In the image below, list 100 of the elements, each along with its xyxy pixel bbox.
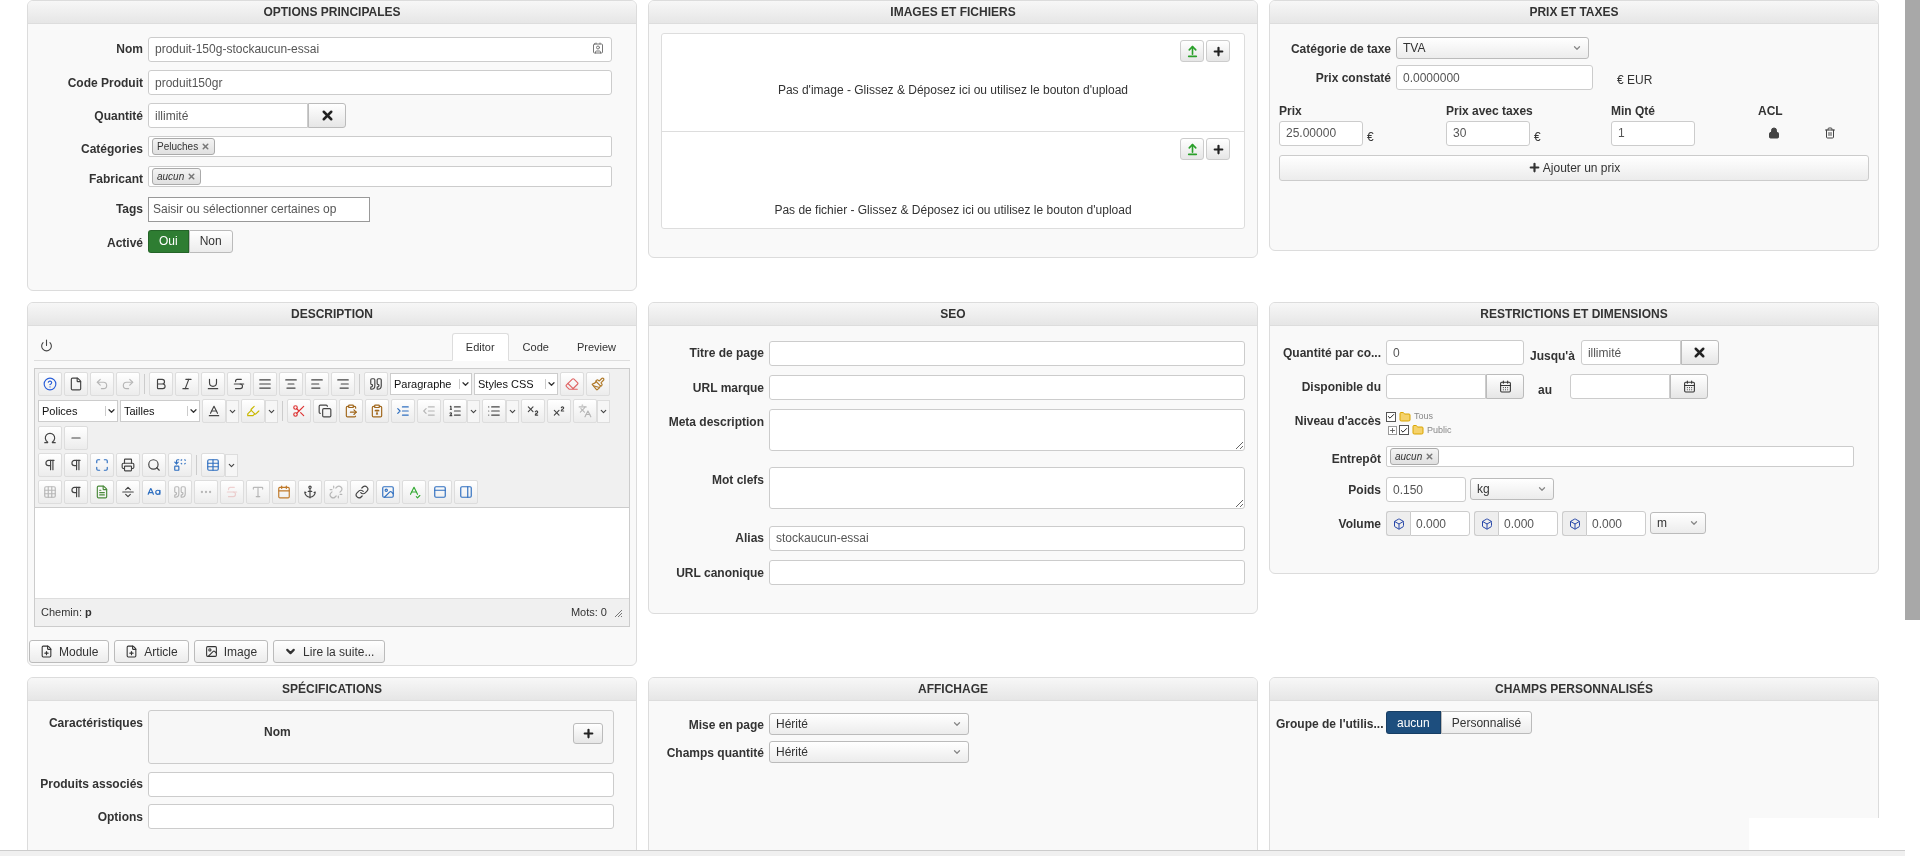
editor-tab[interactable]: Preview [562,333,630,361]
page-break-icon[interactable] [116,480,140,504]
editor-button[interactable]: Image [193,640,269,663]
styles-icon[interactable] [142,480,166,504]
vertical-scrollbar[interactable] [1905,0,1920,620]
pilcrow-icon[interactable] [64,453,88,477]
tags-field[interactable]: Peluches [148,136,612,157]
power-icon[interactable] [40,339,53,352]
editor-button[interactable]: Article [114,640,189,663]
tree-label[interactable]: Tous [1414,410,1433,424]
align-justify-icon[interactable] [253,372,277,396]
caret-icon[interactable] [225,453,238,477]
trash-icon[interactable] [1824,126,1836,139]
align-center-icon[interactable] [279,372,303,396]
dimension-field[interactable]: 0.000 [1498,511,1558,536]
tree-label[interactable]: Public [1427,423,1452,437]
name-field[interactable]: produit-150g-stockaucun-essai [148,36,612,62]
paste-icon[interactable] [339,399,363,423]
eraser-icon[interactable] [560,372,584,396]
caret-icon[interactable] [467,399,480,423]
pilcrow-icon[interactable] [64,480,88,504]
editor-button[interactable]: Lire la suite... [273,640,386,663]
drop-zone[interactable]: Pas de fichier - Glissez & Déposez ici ou utilisez le bouton d'upload [662,131,1244,228]
toggle-option[interactable]: Personnalisé [1440,711,1533,734]
text-field[interactable]: stockaucun-essai [769,525,1245,551]
toolbar-dropdown[interactable]: Polices [38,400,118,422]
blockquote-icon[interactable] [364,372,388,396]
calendar-button[interactable] [1486,374,1524,399]
paste-text-icon[interactable] [365,399,389,423]
add-price-button[interactable]: Ajouter un prix [1279,154,1869,181]
toggle-option[interactable]: Non [188,229,233,253]
toggle-option[interactable]: aucun [1386,711,1441,734]
weight-field[interactable]: 0.150 [1386,477,1466,502]
dimension-field[interactable]: 0.000 [1586,511,1646,536]
unit-select[interactable]: kg [1470,478,1554,500]
select-field[interactable]: Hérité [769,713,969,735]
link-icon[interactable] [350,480,374,504]
toolbar-dropdown[interactable]: Tailles [120,400,200,422]
clear-button[interactable] [1680,340,1719,365]
remove-icon[interactable] [201,142,211,151]
bullet-list-icon[interactable] [482,399,506,423]
horizontal-scrollbar[interactable] [0,850,1905,856]
toolbar-dropdown[interactable]: Paragraphe [390,373,472,395]
add-button[interactable] [1206,138,1230,160]
text-field[interactable] [148,771,614,797]
bold-icon[interactable] [149,372,173,396]
text-field[interactable]: 0.0000000 [1396,65,1593,90]
quantity-field[interactable]: 1 [1611,120,1695,146]
editor-button[interactable]: Module [29,640,110,663]
price-field[interactable]: 30 [1446,120,1530,146]
numbered-list-icon[interactable] [443,399,467,423]
pilcrow-icon[interactable] [38,453,62,477]
checkbox[interactable] [1386,411,1396,422]
lock-icon[interactable] [1768,126,1780,139]
brush-icon[interactable] [586,372,610,396]
editor-tab[interactable]: Editor [451,333,509,361]
calendar-button[interactable] [1670,374,1708,399]
add-button[interactable] [573,723,603,744]
text-color-icon[interactable] [202,399,226,423]
add-button[interactable] [1206,40,1230,62]
omega-icon[interactable] [38,426,62,450]
select-field[interactable]: TVA [1396,37,1589,59]
text-field[interactable] [148,804,614,829]
price-field[interactable]: 25.00000 [1279,120,1363,146]
italic-icon[interactable] [175,372,199,396]
contact-card-icon[interactable] [592,42,604,54]
align-right-icon[interactable] [331,372,355,396]
replace-icon[interactable] [168,453,192,477]
quantity-field[interactable]: illimité [148,103,308,128]
spellcheck-icon[interactable] [402,480,426,504]
strikethrough-icon[interactable] [227,372,251,396]
subscript-icon[interactable] [521,399,545,423]
remove-icon[interactable] [1425,452,1435,461]
quantity-field[interactable]: illimité [1580,340,1681,365]
tags-field[interactable]: aucun [1386,446,1854,467]
copy-icon[interactable] [313,399,337,423]
superscript-icon[interactable] [547,399,571,423]
template-icon[interactable] [90,480,114,504]
scissors-icon[interactable] [287,399,311,423]
date-field[interactable] [1570,374,1670,399]
expand-icon[interactable] [1388,425,1397,435]
remove-icon[interactable] [187,172,197,181]
resize-grip-icon[interactable] [613,607,623,618]
anchor-icon[interactable] [298,480,322,504]
printer-icon[interactable] [116,453,140,477]
text-field[interactable] [769,560,1245,585]
unit-select[interactable]: m [1650,512,1706,534]
editor-tab[interactable]: Code [508,333,563,361]
caret-icon[interactable] [265,399,278,423]
find-icon[interactable] [142,453,166,477]
dimension-field[interactable]: 0.000 [1410,511,1470,536]
sidebar-icon[interactable] [454,480,478,504]
underline-icon[interactable] [201,372,225,396]
date-field[interactable] [1386,374,1486,399]
image-icon[interactable] [376,480,400,504]
checkbox[interactable] [1399,425,1409,436]
toggle-option[interactable]: Oui [148,229,189,253]
drop-zone[interactable]: Pas d'image - Glissez & Déposez ici ou utilisez le bouton d'upload [662,34,1244,131]
help-icon[interactable] [38,372,62,396]
toolbar-dropdown[interactable]: Styles CSS [474,373,558,395]
